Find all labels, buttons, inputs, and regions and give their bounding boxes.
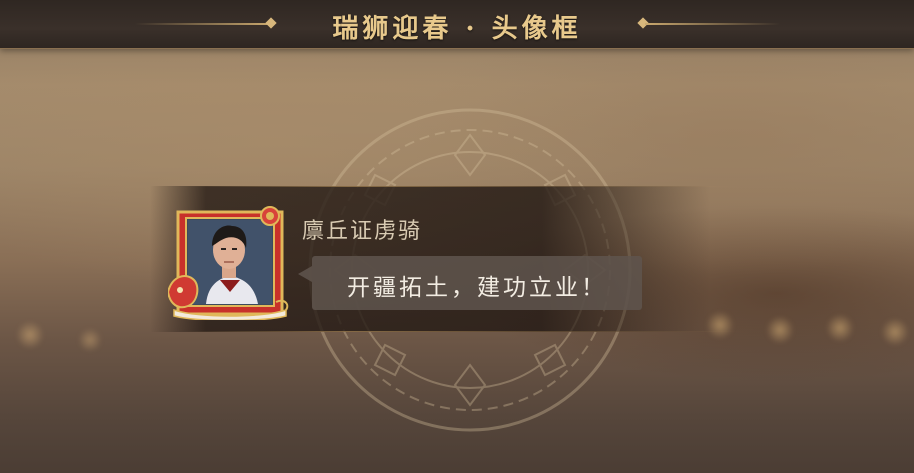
speech-bubble-tail <box>298 266 312 282</box>
preview-band-bottom-edge <box>180 331 740 332</box>
title-bar: 瑞狮迎春 · 头像框 <box>0 0 914 49</box>
avatar-frame-preview <box>168 206 289 320</box>
speech-bubble: 开疆拓土，建功立业！ <box>312 256 642 310</box>
page-title: 瑞狮迎春 · 头像框 <box>332 14 582 44</box>
preview-band-top-edge <box>180 186 740 187</box>
title-ornament-line-right <box>645 23 780 25</box>
character-name: 廪丘证虏骑 <box>302 219 423 244</box>
speech-text: 开疆拓土，建功立业！ <box>347 275 607 301</box>
portrait-icon <box>188 220 272 304</box>
